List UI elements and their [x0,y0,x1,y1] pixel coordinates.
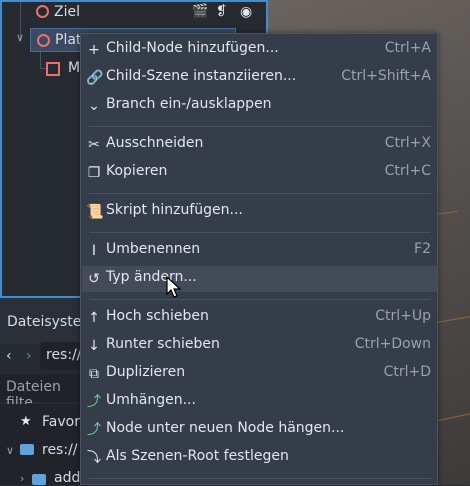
menu-separator [89,478,431,479]
menu-item-label: Typ ändern... [106,269,197,285]
res-folder-label[interactable]: res:// [42,442,78,458]
menu-separator [89,299,431,300]
menu-item-shortcut: Ctrl+Shift+A [341,68,431,84]
duplicate-icon: ⧉ [89,366,99,382]
menu-item-add-script[interactable]: 📜 Skript hinzufügen... [82,199,437,225]
menu-item-toggle-branch[interactable]: ⌄ Branch ein-/ausklappen [82,93,437,119]
branch-toggle-icon: ⌄ [88,98,100,114]
menu-item-label: Child-Szene instanziieren... [106,68,297,84]
menu-item-shortcut: Ctrl+D [383,364,431,380]
menu-item-shortcut: Ctrl+Down [354,336,431,352]
context-menu: + Child-Node hinzufügen... Ctrl+A 🔗 Chil… [80,33,438,485]
menu-item-copy[interactable]: ❐ Kopieren Ctrl+C [82,160,437,186]
visibility-eye-icon[interactable]: ◉ [240,0,252,24]
menu-item-shortcut: Ctrl+Up [375,308,431,324]
scissors-icon: ✂ [88,137,100,153]
menu-item-rename[interactable]: I Umbenennen F2 [82,238,437,264]
menu-item-label: Skript hinzufügen... [106,202,243,218]
node-2d-icon [37,34,50,47]
forward-arrow-icon[interactable]: › [26,348,32,364]
menu-item-move-down[interactable]: ↓ Runter schieben Ctrl+Down [82,333,437,359]
tree-node-label: M [68,60,81,76]
menu-item-label: Als Szenen-Root festlegen [106,448,289,464]
folder-icon [20,444,34,455]
menu-item-label: Umbenennen [106,241,201,257]
menu-item-make-scene-root[interactable]: ⤵ Als Szenen-Root festlegen [82,445,437,471]
menu-item-label: Kopieren [106,163,168,179]
menu-item-label: Hoch schieben [106,308,209,324]
arrow-up-icon: ↑ [88,310,100,326]
reparent-new-node-icon: ⤴ [87,422,101,438]
menu-item-label: Branch ein-/ausklappen [106,96,272,112]
menu-item-label: Duplizieren [106,364,186,380]
menu-separator [89,126,431,127]
filesystem-tab[interactable]: Dateisyster [0,300,87,344]
arrow-down-icon: ↓ [88,338,100,354]
collapse-chevron-icon[interactable]: ∨ [16,31,24,44]
tree-node-mesh[interactable]: M [44,56,84,80]
star-icon: ★ [20,414,32,429]
tree-node-label: Ziel [54,4,80,20]
rename-icon: I [91,243,97,259]
menu-item-reparent-to-new-node[interactable]: ⤴ Node unter neuen Node hängen... [82,417,437,443]
clapperboard-icon[interactable]: 🎬 [192,0,208,24]
favorites-label[interactable]: Favor [42,414,80,430]
menu-item-shortcut: Ctrl+C [384,163,431,179]
plus-icon: + [88,42,100,58]
menu-item-label: Ausschneiden [106,135,204,151]
change-type-icon: ↺ [88,271,100,287]
filesystem-tab-label: Dateisyster [7,314,88,330]
reparent-icon: ⤴ [87,394,101,410]
menu-item-label: Runter schieben [106,336,220,352]
make-root-icon: ⤵ [87,450,101,466]
menu-item-duplicate[interactable]: ⧉ Duplizieren Ctrl+D [82,361,437,387]
menu-separator [89,232,431,233]
expand-chevron-icon[interactable]: › [20,472,24,485]
menu-item-label: Child-Node hinzufügen... [106,40,279,56]
path-field[interactable]: res:// [40,342,82,370]
menu-item-label: Umhängen... [106,392,196,408]
menu-item-add-child-node[interactable]: + Child-Node hinzufügen... Ctrl+A [82,37,437,63]
script-add-icon: 📜 [86,204,104,220]
mesh-instance-icon [46,62,60,76]
path-value: res:// [46,347,82,363]
menu-item-shortcut: Ctrl+A [384,40,431,56]
menu-item-label: Node unter neuen Node hängen... [106,420,345,436]
file-tree: ★ Favor ∨ res:// › add [0,404,80,486]
menu-item-reparent[interactable]: ⤴ Umhängen... [82,389,437,415]
node-2d-icon [36,5,49,18]
menu-item-instance-child-scene[interactable]: 🔗 Child-Szene instanziieren... Ctrl+Shif… [82,65,437,91]
menu-item-move-up[interactable]: ↑ Hoch schieben Ctrl+Up [82,305,437,331]
file-filter-input[interactable]: Dateien filte [0,374,80,411]
folder-icon [32,474,46,485]
menu-item-shortcut: Ctrl+X [384,135,431,151]
back-arrow-icon[interactable]: ‹ [6,348,12,364]
collapse-chevron-icon[interactable]: ∨ [6,444,14,457]
mouse-cursor [166,275,182,300]
link-icon: 🔗 [86,70,104,86]
addons-folder-label[interactable]: add [54,470,80,486]
menu-separator [89,193,431,194]
script-icon[interactable]: ❡ [216,0,227,24]
copy-icon: ❐ [87,165,101,181]
menu-item-cut[interactable]: ✂ Ausschneiden Ctrl+X [82,132,437,158]
menu-item-shortcut: F2 [414,241,431,257]
menu-item-change-type[interactable]: ↺ Typ ändern... [82,266,437,292]
tree-node-ziel[interactable]: Ziel 🎬 ❡ ◉ [32,0,268,24]
